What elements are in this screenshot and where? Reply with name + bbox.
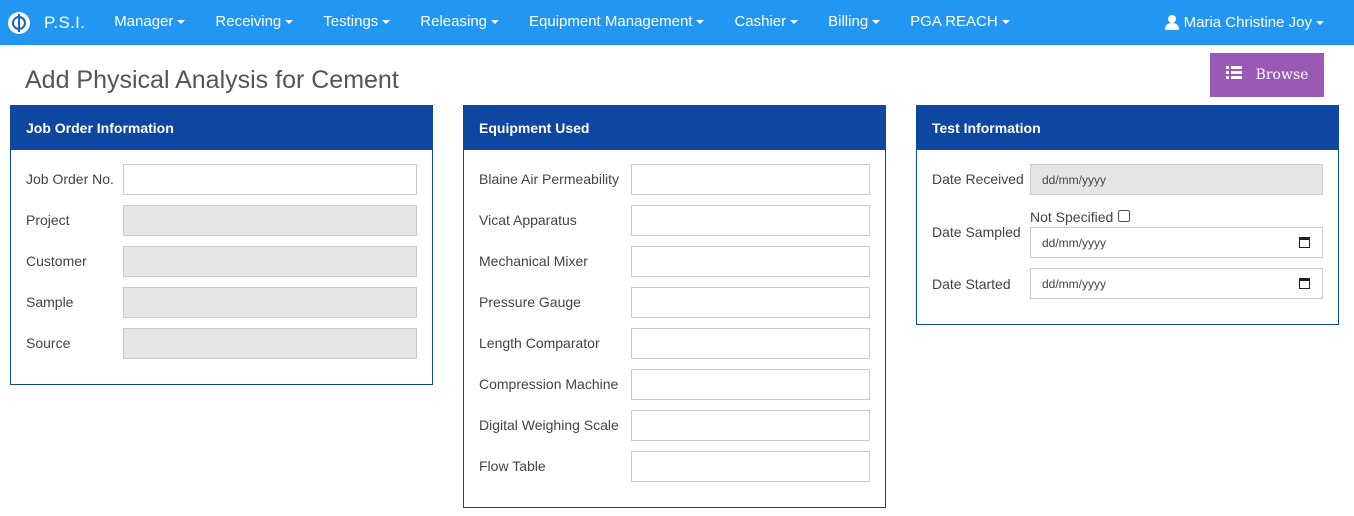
date-started-placeholder: dd/mm/yyyy [1042,277,1107,291]
customer-label: Customer [26,253,87,269]
date-sampled-input[interactable]: dd/mm/yyyy [1030,227,1323,258]
brand-logo-icon [8,11,30,34]
calendar-icon[interactable] [1299,237,1310,248]
flow-table-label: Flow Table [479,458,546,474]
top-navbar: P.S.I. Manager Receiving Testings Releas… [0,0,1354,45]
equipment-heading: Equipment Used [464,106,885,150]
caret-down-icon [790,20,799,25]
job-order-no-label: Job Order No. [26,171,114,187]
caret-down-icon [491,20,500,25]
blaine-air-permeability-label: Blaine Air Permeability [479,171,620,187]
date-received-label: Date Received [932,171,1024,187]
equipment-panel: Equipment Used Blaine Air Permeability V… [463,105,886,508]
date-received-placeholder: dd/mm/yyyy [1042,173,1107,187]
compression-machine-input[interactable] [631,369,870,400]
mechanical-mixer-input[interactable] [631,246,870,277]
page-title: Add Physical Analysis for Cement [25,66,399,94]
date-received-input: dd/mm/yyyy [1030,164,1323,195]
customer-input [123,246,417,277]
caret-down-icon [872,20,881,25]
user-menu[interactable]: Maria Christine Joy [1164,0,1324,45]
user-icon [1164,14,1179,31]
nav-item-manager[interactable]: Manager [99,0,200,45]
nav-item-billing[interactable]: Billing [813,0,895,45]
sample-input [123,287,417,318]
date-sampled-label: Date Sampled [932,224,1021,240]
source-input [123,328,417,359]
caret-down-icon [1316,20,1324,25]
date-sampled-placeholder: dd/mm/yyyy [1042,236,1107,250]
length-comparator-label: Length Comparator [479,335,600,351]
pressure-gauge-label: Pressure Gauge [479,294,581,310]
nav-menu: Manager Receiving Testings Releasing Equ… [99,0,1025,45]
caret-down-icon [382,20,391,25]
calendar-icon[interactable] [1299,278,1310,289]
nav-item-cashier[interactable]: Cashier [719,0,813,45]
digital-weighing-scale-label: Digital Weighing Scale [479,417,619,433]
length-comparator-input[interactable] [631,328,870,359]
compression-machine-label: Compression Machine [479,376,619,392]
job-order-panel: Job Order Information Job Order No. Proj… [10,105,433,385]
nav-item-receiving[interactable]: Receiving [200,0,308,45]
vicat-apparatus-label: Vicat Apparatus [479,212,577,228]
brand[interactable]: P.S.I. [0,0,85,45]
nav-item-pga-reach[interactable]: PGA REACH [895,0,1025,45]
flow-table-input[interactable] [631,451,870,482]
source-label: Source [26,335,71,351]
browse-button[interactable]: Browse [1210,53,1324,97]
project-label: Project [26,212,70,228]
list-icon [1225,65,1242,79]
not-specified-label: Not Specified [1030,209,1114,225]
sample-label: Sample [26,294,74,310]
nav-item-equipment-management[interactable]: Equipment Management [514,0,719,45]
blaine-air-permeability-input[interactable] [631,164,870,195]
test-info-panel: Test Information Date Received dd/mm/yyy… [916,105,1339,325]
user-name: Maria Christine Joy [1183,14,1312,31]
caret-down-icon [285,20,294,25]
mechanical-mixer-label: Mechanical Mixer [479,253,588,269]
not-specified-checkbox[interactable] [1118,210,1130,222]
project-input [123,205,417,236]
date-started-label: Date Started [932,276,1011,292]
caret-down-icon [177,20,186,25]
nav-item-testings[interactable]: Testings [308,0,405,45]
digital-weighing-scale-input[interactable] [631,410,870,441]
brand-name[interactable]: P.S.I. [44,13,85,33]
vicat-apparatus-input[interactable] [631,205,870,236]
nav-item-releasing[interactable]: Releasing [405,0,514,45]
job-order-heading: Job Order Information [11,106,432,150]
caret-down-icon [1001,20,1010,25]
caret-down-icon [696,20,705,25]
pressure-gauge-input[interactable] [631,287,870,318]
date-started-input[interactable]: dd/mm/yyyy [1030,268,1323,299]
job-order-no-input[interactable] [123,164,417,195]
test-info-heading: Test Information [917,106,1338,150]
